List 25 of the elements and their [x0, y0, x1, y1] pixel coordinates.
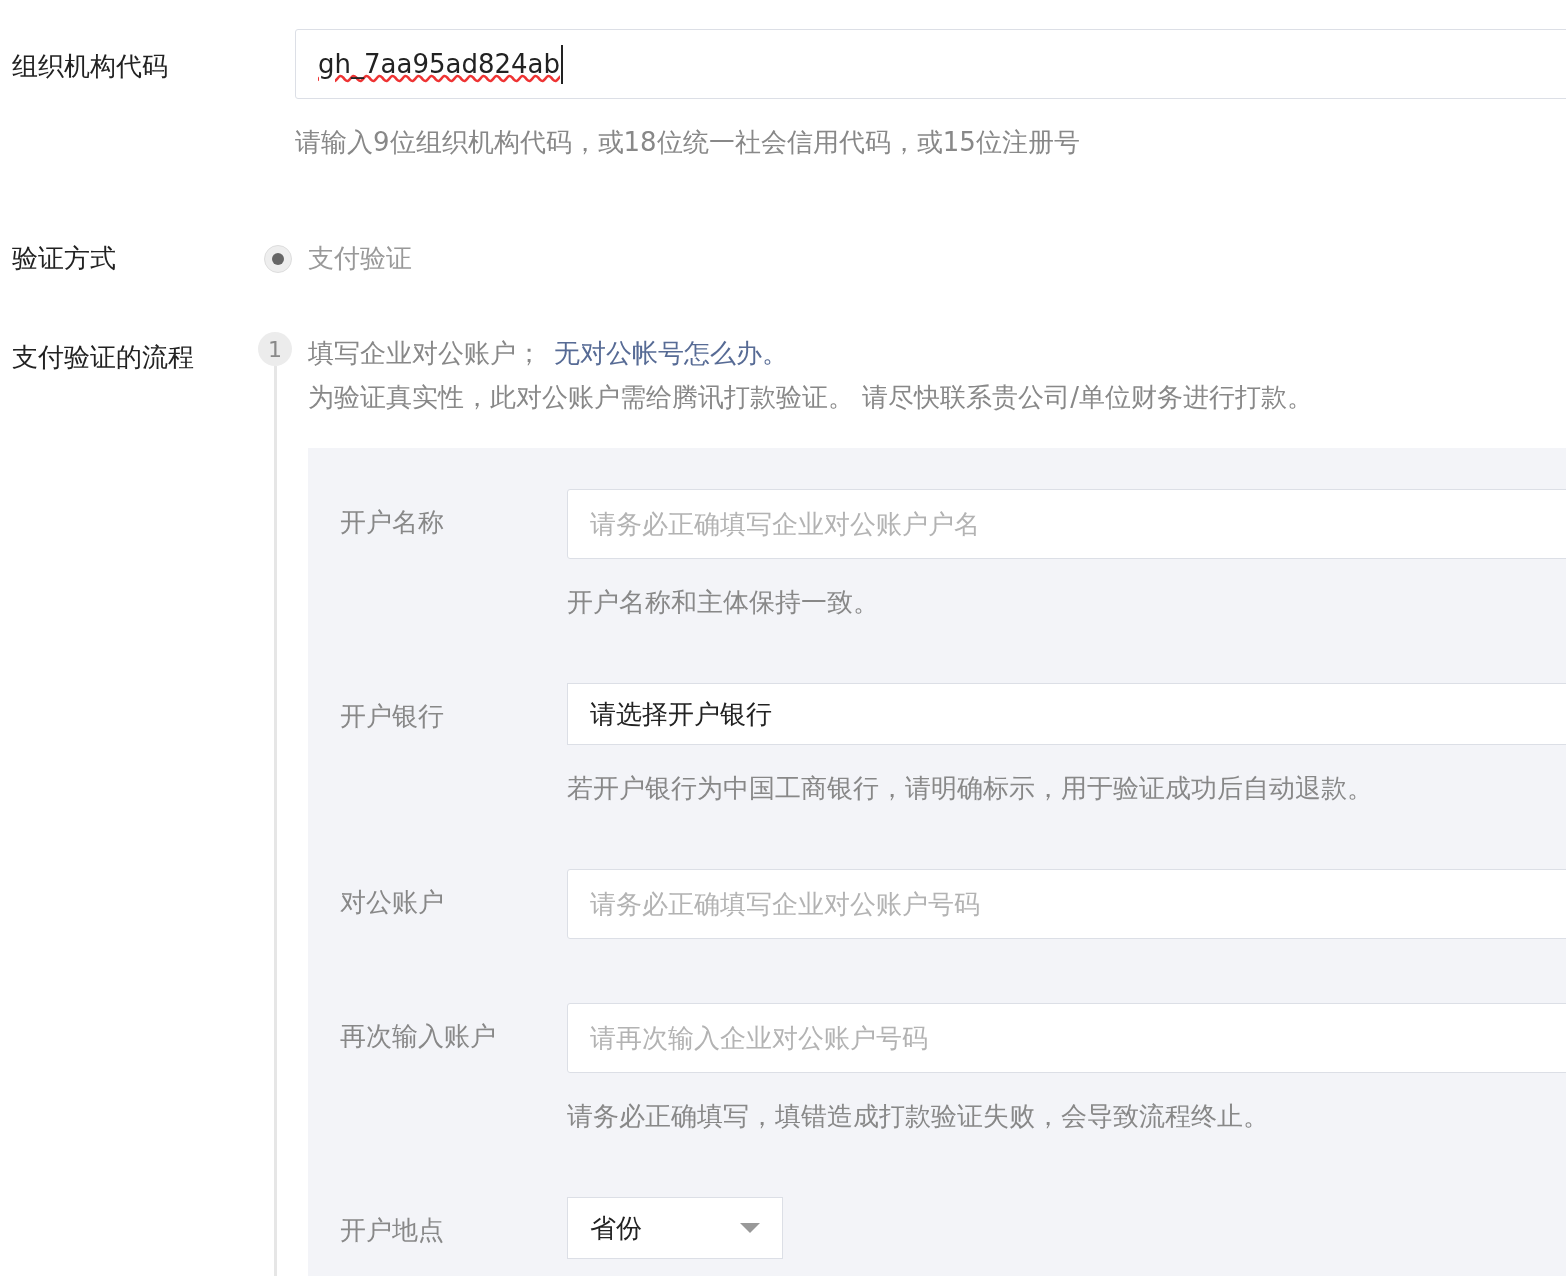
- field-label: 对公账户: [340, 887, 444, 917]
- field-hint: 请输入9位组织机构代码，或18位统一社会信用代码，或15位注册号: [295, 126, 1081, 159]
- bank-select[interactable]: 请选择开户银行: [567, 683, 1566, 745]
- step-title: 填写企业对公账户；: [308, 337, 542, 370]
- field-label: 组织机构代码: [12, 51, 168, 81]
- province-dropdown[interactable]: 省份: [567, 1197, 783, 1259]
- field-label: 验证方式: [12, 243, 116, 273]
- field-hint: 请务必正确填写，填错造成打款验证失败，会导致流程终止。: [567, 1100, 1270, 1133]
- org-code-field[interactable]: gh_7aa95ad824ab: [295, 29, 1566, 99]
- help-link[interactable]: 无对公帐号怎么办。: [554, 336, 788, 370]
- step-number: 1: [258, 332, 292, 366]
- radio-button[interactable]: [264, 244, 292, 273]
- text-field[interactable]: 请再次输入企业对公账户号码: [567, 1003, 1566, 1073]
- radio-label: 支付验证: [308, 242, 412, 275]
- text-field[interactable]: 请务必正确填写企业对公账户户名: [567, 489, 1566, 559]
- field-label: 开户银行: [340, 701, 444, 731]
- field-label: 开户名称: [340, 507, 444, 537]
- text-field[interactable]: 请务必正确填写企业对公账户号码: [567, 869, 1566, 939]
- field-label: 支付验证的流程: [12, 342, 194, 372]
- field-label: 开户地点: [340, 1215, 444, 1245]
- field-hint: 若开户银行为中国工商银行，请明确标示，用于验证成功后自动退款。: [567, 772, 1374, 805]
- step-note: 为验证真实性，此对公账户需给腾讯打款验证。 请尽快联系贵公司/单位财务进行打款。: [308, 381, 1315, 414]
- caret-icon: [740, 1223, 760, 1233]
- field-label: 再次输入账户: [340, 1021, 496, 1051]
- field-hint: 开户名称和主体保持一致。: [567, 586, 880, 619]
